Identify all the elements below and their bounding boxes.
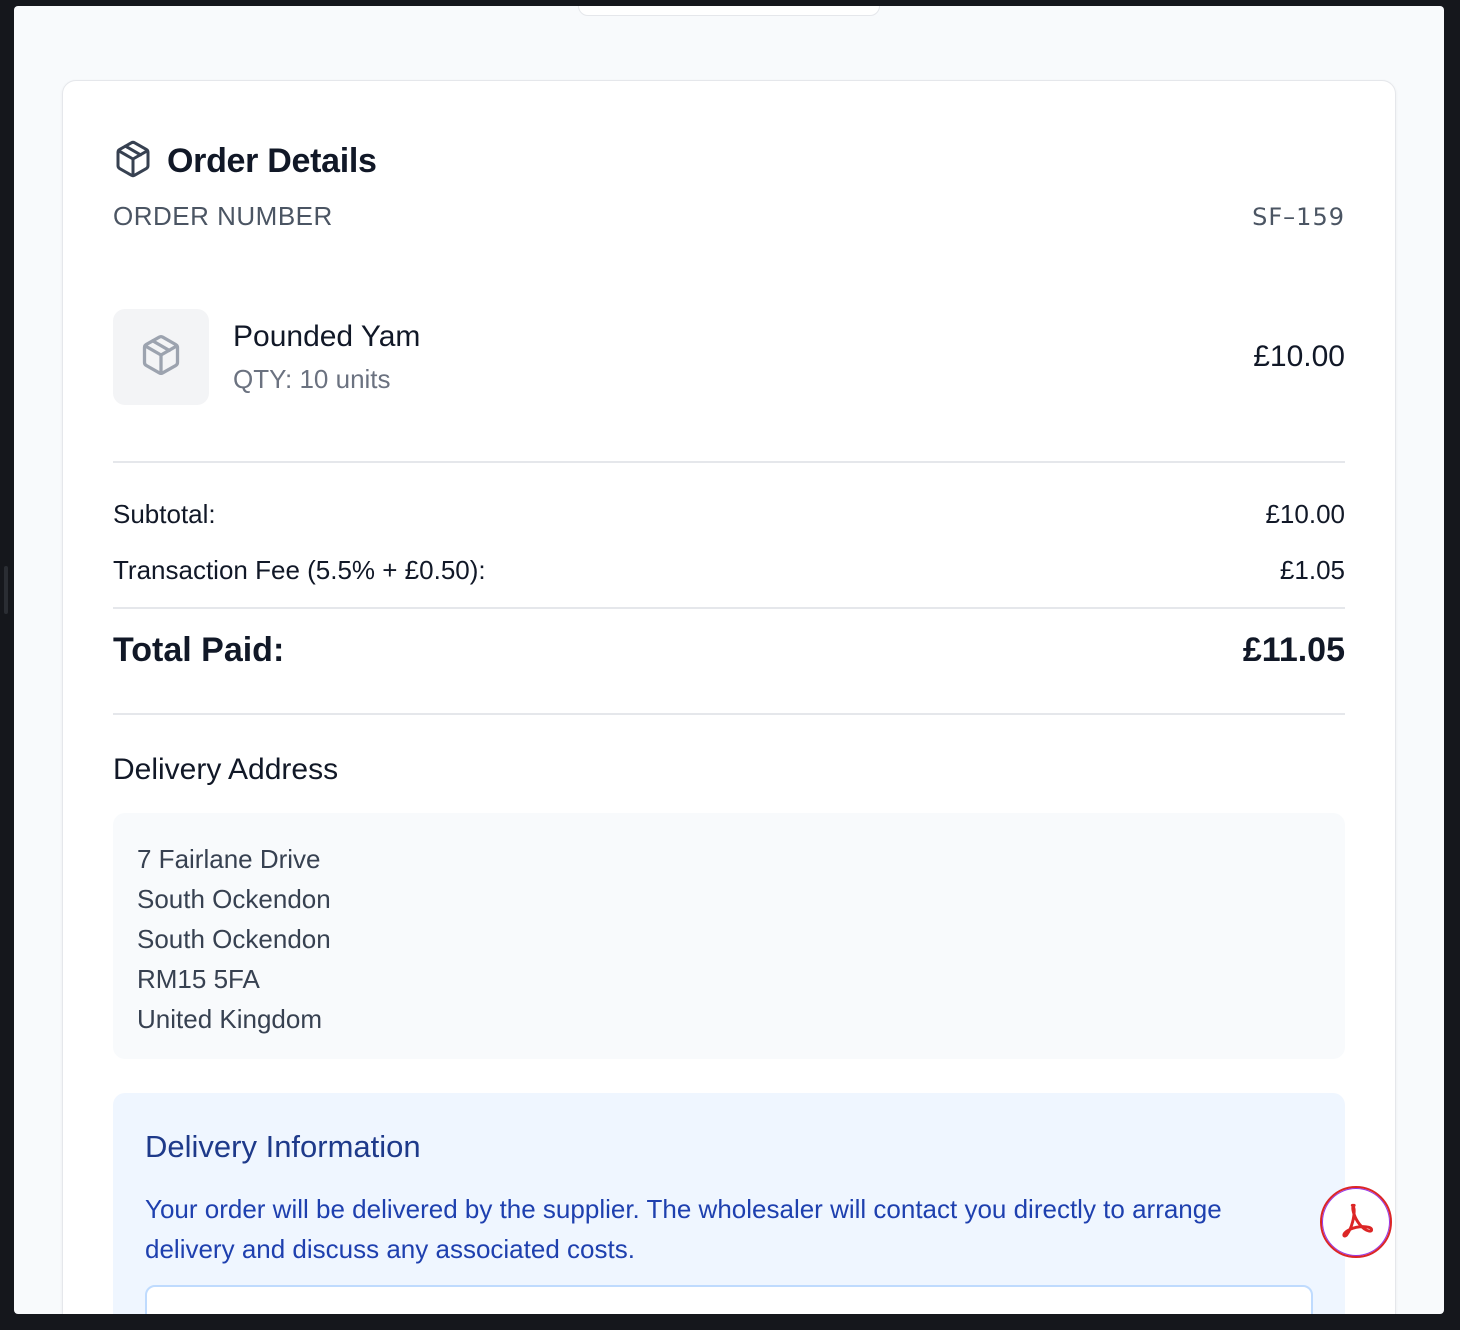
order-details-card: Order Details ORDER NUMBER SF–159 Pounde…	[62, 80, 1396, 1314]
item-info: Pounded Yam QTY: 10 units	[233, 320, 420, 395]
total-paid-row: Total Paid: £11.05	[113, 631, 1345, 670]
window-resize-handle[interactable]	[4, 566, 8, 614]
top-tab-handle[interactable]	[578, 6, 880, 16]
order-number-row: ORDER NUMBER SF–159	[113, 201, 1345, 232]
pdf-download-button[interactable]	[1320, 1186, 1392, 1258]
address-line: South Ockendon	[137, 884, 331, 914]
transaction-fee-label: Transaction Fee (5.5% + £0.50):	[113, 555, 486, 585]
item-thumbnail	[113, 309, 209, 405]
delivery-information-title: Delivery Information	[145, 1129, 421, 1164]
divider	[113, 607, 1345, 609]
address-line: United Kingdom	[137, 1004, 322, 1034]
order-details-header: Order Details	[113, 139, 377, 184]
delivery-address-heading: Delivery Address	[113, 753, 339, 786]
item-quantity: QTY: 10 units	[233, 363, 391, 394]
order-number-value: SF–159	[1252, 202, 1345, 231]
address-line: 7 Fairlane Drive	[137, 844, 321, 874]
delivery-notes-field[interactable]	[145, 1285, 1313, 1314]
address-line: RM15 5FA	[137, 964, 260, 994]
total-paid-label: Total Paid:	[113, 631, 285, 669]
subtotal-label: Subtotal:	[113, 499, 216, 529]
app-window: Order Details ORDER NUMBER SF–159 Pounde…	[14, 6, 1444, 1314]
order-number-label: ORDER NUMBER	[113, 201, 333, 231]
address-line: South Ockendon	[137, 924, 331, 954]
package-icon	[113, 139, 153, 184]
transaction-fee-value: £1.05	[1279, 555, 1345, 585]
total-paid-value: £11.05	[1242, 631, 1345, 669]
delivery-information-panel: Delivery Information Your order will be …	[113, 1093, 1345, 1314]
acrobat-pdf-icon	[1334, 1198, 1378, 1247]
page-title: Order Details	[167, 142, 377, 180]
delivery-information-text: Your order will be delivered by the supp…	[145, 1194, 1222, 1264]
divider	[113, 713, 1345, 715]
divider	[113, 461, 1345, 463]
order-item: Pounded Yam QTY: 10 units £10.00	[113, 309, 1345, 405]
subtotal-value: £10.00	[1265, 499, 1345, 529]
item-name: Pounded Yam	[233, 319, 421, 353]
item-price: £10.00	[1253, 340, 1345, 373]
subtotal-row: Subtotal: £10.00	[113, 499, 1345, 530]
package-icon	[139, 333, 183, 382]
transaction-fee-row: Transaction Fee (5.5% + £0.50): £1.05	[113, 555, 1345, 586]
delivery-address-box: 7 Fairlane Drive South Ockendon South Oc…	[113, 813, 1345, 1059]
